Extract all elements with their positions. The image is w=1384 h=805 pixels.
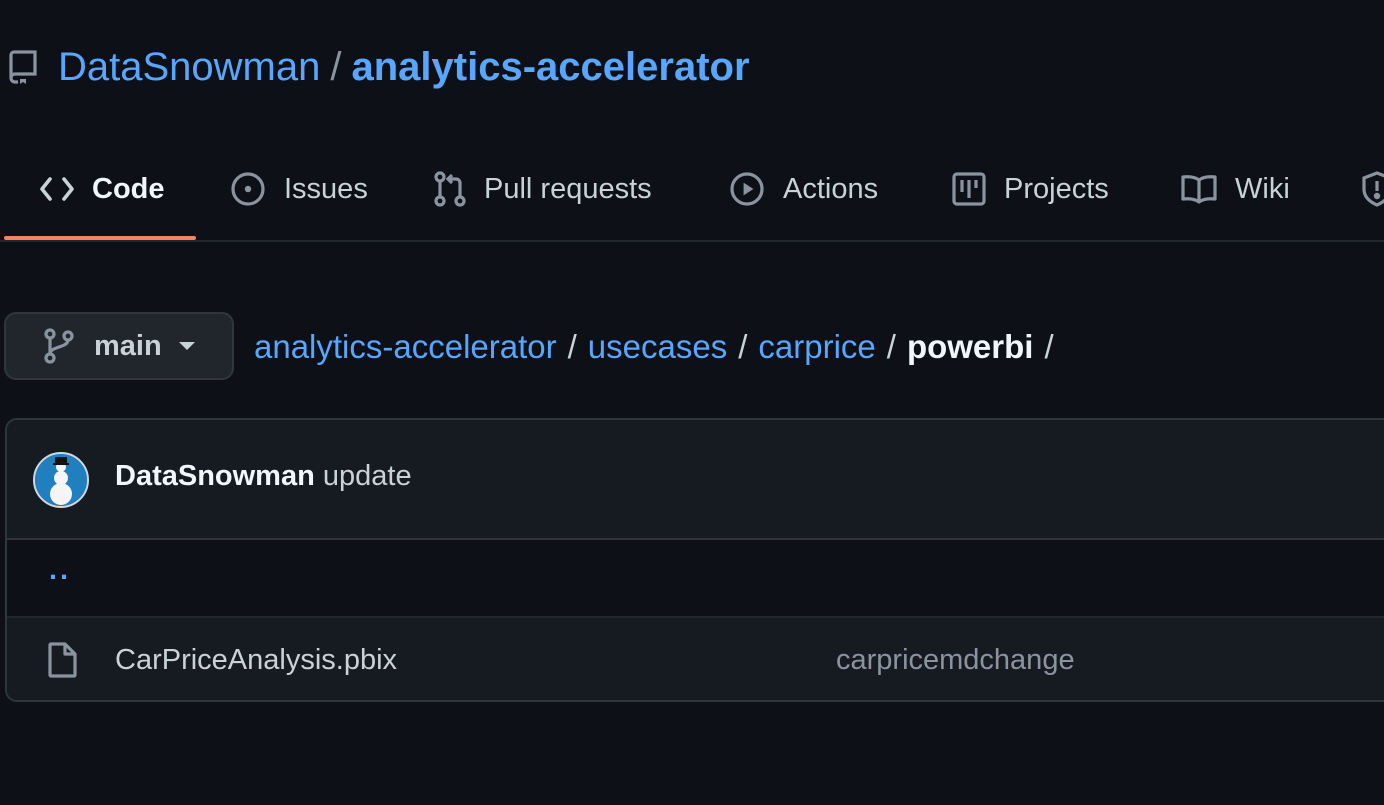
repo-owner-link[interactable]: DataSnowman xyxy=(58,40,320,94)
breadcrumb-current: powerbi xyxy=(906,328,1034,365)
parent-directory-link[interactable]: .. xyxy=(49,554,71,587)
repo-tabs: Code Issues Pull requests Actions Projec… xyxy=(0,140,1384,242)
git-branch-icon xyxy=(44,328,74,364)
tab-issues[interactable]: Issues xyxy=(230,140,368,238)
file-listing: DataSnowman update .. CarPriceAnalysis.p… xyxy=(5,418,1384,702)
tab-code[interactable]: Code xyxy=(40,140,165,238)
repo-icon xyxy=(8,49,40,85)
breadcrumb-repo-link[interactable]: analytics-accelerator xyxy=(254,328,557,366)
shield-icon xyxy=(1362,171,1384,207)
repo-page: DataSnowman / analytics-accelerator Code… xyxy=(0,0,1384,805)
branch-name: main xyxy=(94,329,162,362)
tab-label: Code xyxy=(92,172,165,205)
repo-name-link[interactable]: analytics-accelerator xyxy=(352,40,750,94)
file-name-link[interactable]: CarPriceAnalysis.pbix xyxy=(115,644,397,677)
latest-commit-row: DataSnowman update xyxy=(7,420,1384,540)
project-icon xyxy=(952,172,986,206)
breadcrumb-separator: / xyxy=(886,328,896,365)
book-icon xyxy=(1181,174,1217,204)
commit-message-link[interactable]: update xyxy=(323,460,412,492)
file-icon xyxy=(47,642,77,678)
tab-label: Issues xyxy=(284,172,368,205)
parent-directory-row[interactable]: .. xyxy=(7,540,1384,618)
file-row[interactable]: CarPriceAnalysis.pbix carpricemdchange xyxy=(7,618,1384,700)
tab-label: Projects xyxy=(1004,172,1109,205)
tab-security[interactable] xyxy=(1362,140,1384,238)
tab-label: Actions xyxy=(783,172,879,205)
tab-label: Pull requests xyxy=(484,172,652,205)
issue-icon xyxy=(230,171,266,207)
breadcrumb-usecases-link[interactable]: usecases xyxy=(588,328,727,366)
breadcrumb-separator: / xyxy=(567,328,577,365)
tab-actions[interactable]: Actions xyxy=(729,140,878,238)
selected-tab-underline xyxy=(4,236,196,240)
code-icon xyxy=(40,175,74,203)
tab-projects[interactable]: Projects xyxy=(952,140,1109,238)
breadcrumb: analytics-accelerator / usecases / carpr… xyxy=(254,322,1065,372)
play-icon xyxy=(729,171,765,207)
breadcrumb-separator: / xyxy=(1044,328,1054,365)
tab-label: Wiki xyxy=(1235,172,1290,205)
tab-wiki[interactable]: Wiki xyxy=(1181,140,1290,238)
pull-request-icon xyxy=(434,171,466,207)
repo-separator: / xyxy=(330,45,342,89)
avatar[interactable] xyxy=(33,452,89,508)
repo-header: DataSnowman / analytics-accelerator xyxy=(8,40,750,94)
file-commit-message-link[interactable]: carpricemdchange xyxy=(836,644,1075,677)
commit-author-link[interactable]: DataSnowman xyxy=(115,460,315,492)
chevron-down-icon xyxy=(178,341,196,351)
breadcrumb-carprice-link[interactable]: carprice xyxy=(758,328,875,366)
branch-selector-button[interactable]: main xyxy=(4,312,234,380)
tab-pull-requests[interactable]: Pull requests xyxy=(434,140,652,238)
breadcrumb-separator: / xyxy=(738,328,748,365)
commit-summary: DataSnowman update xyxy=(115,460,412,493)
